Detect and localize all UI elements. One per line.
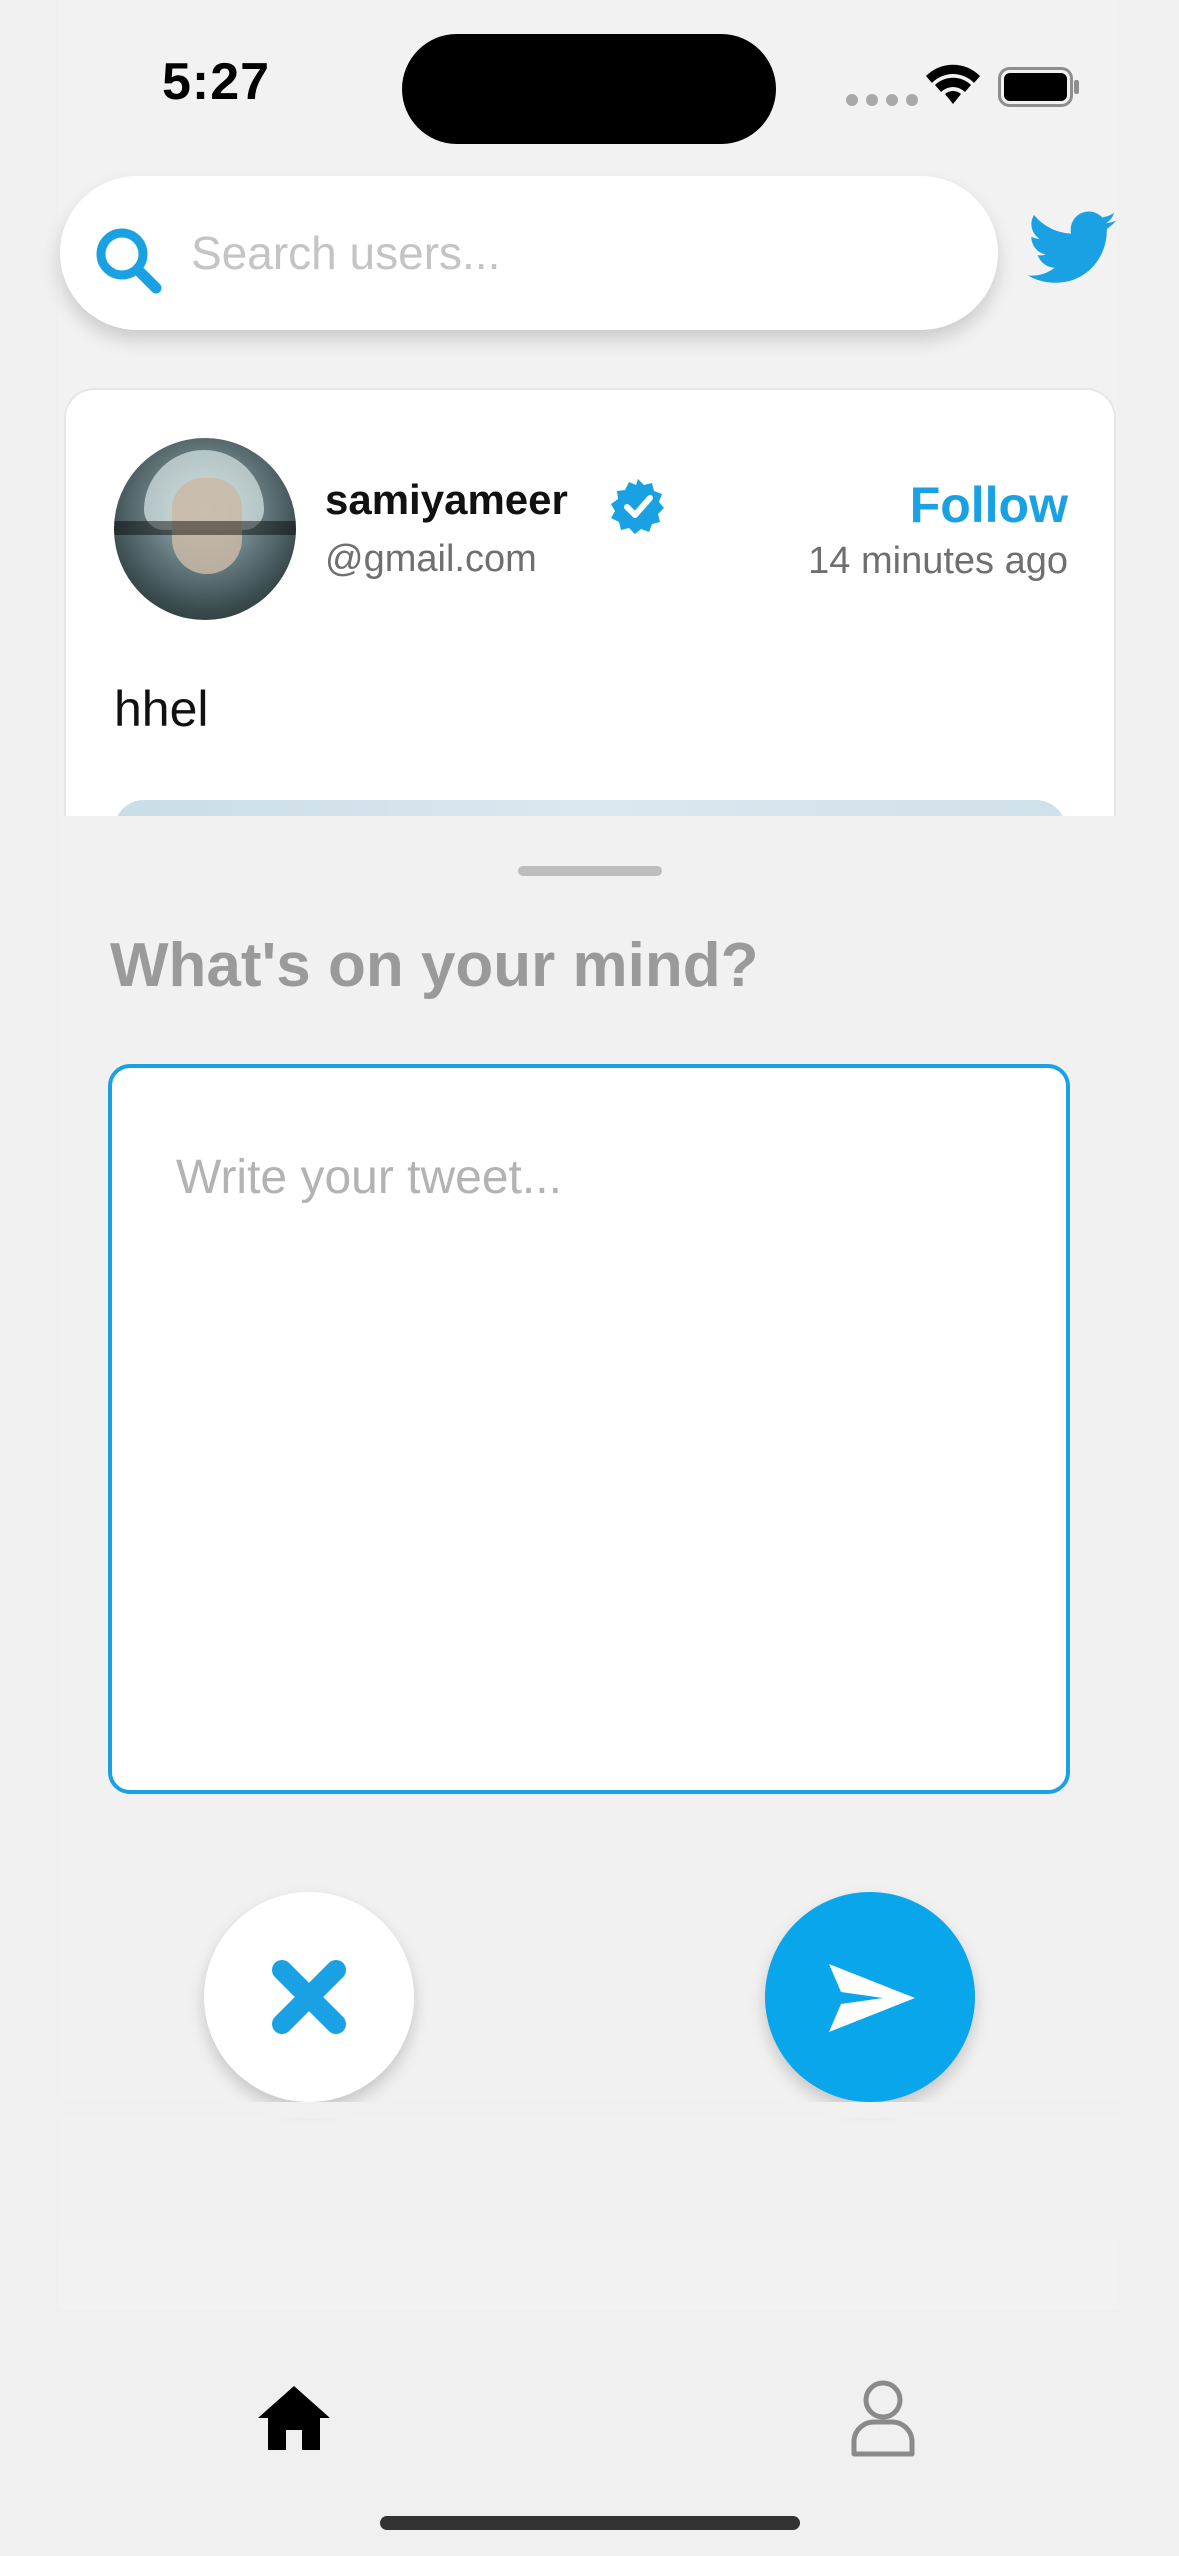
- search-bar[interactable]: Search users...: [60, 176, 998, 330]
- send-tweet-button[interactable]: [765, 1892, 975, 2102]
- send-icon: [829, 1964, 915, 2032]
- twitter-bird-icon: [1028, 211, 1117, 283]
- follow-button[interactable]: Follow: [910, 476, 1068, 534]
- dynamic-island: [402, 34, 776, 144]
- home-indicator: [380, 2516, 800, 2530]
- cancel-button[interactable]: [204, 1892, 414, 2102]
- search-icon: [96, 228, 162, 294]
- sheet-bottom-edge: [0, 2102, 1179, 2118]
- tweet-timestamp: 14 minutes ago: [808, 540, 1068, 582]
- status-time: 5:27: [162, 53, 271, 111]
- tweet-card[interactable]: samiyameer @gmail.com Follow 14 minutes …: [64, 388, 1116, 818]
- verified-badge-icon: [611, 479, 664, 534]
- battery-icon: [998, 67, 1079, 107]
- tweet-username[interactable]: samiyameer: [325, 476, 568, 524]
- tweet-handle: @gmail.com: [325, 538, 537, 580]
- search-input[interactable]: Search users...: [191, 226, 500, 280]
- tweet-textarea[interactable]: Write your tweet...: [108, 1064, 1070, 1794]
- close-icon: [272, 1960, 346, 2034]
- compose-title: What's on your mind?: [110, 931, 759, 1000]
- tweet-text: hhel: [114, 681, 209, 737]
- home-icon[interactable]: [254, 2382, 334, 2454]
- cellular-signal-icon: [846, 94, 918, 106]
- user-icon[interactable]: [848, 2378, 918, 2458]
- avatar[interactable]: [114, 438, 296, 620]
- tweet-textarea-placeholder: Write your tweet...: [176, 1151, 562, 1204]
- sheet-grabber-handle[interactable]: [518, 866, 662, 876]
- wifi-icon: [926, 64, 980, 104]
